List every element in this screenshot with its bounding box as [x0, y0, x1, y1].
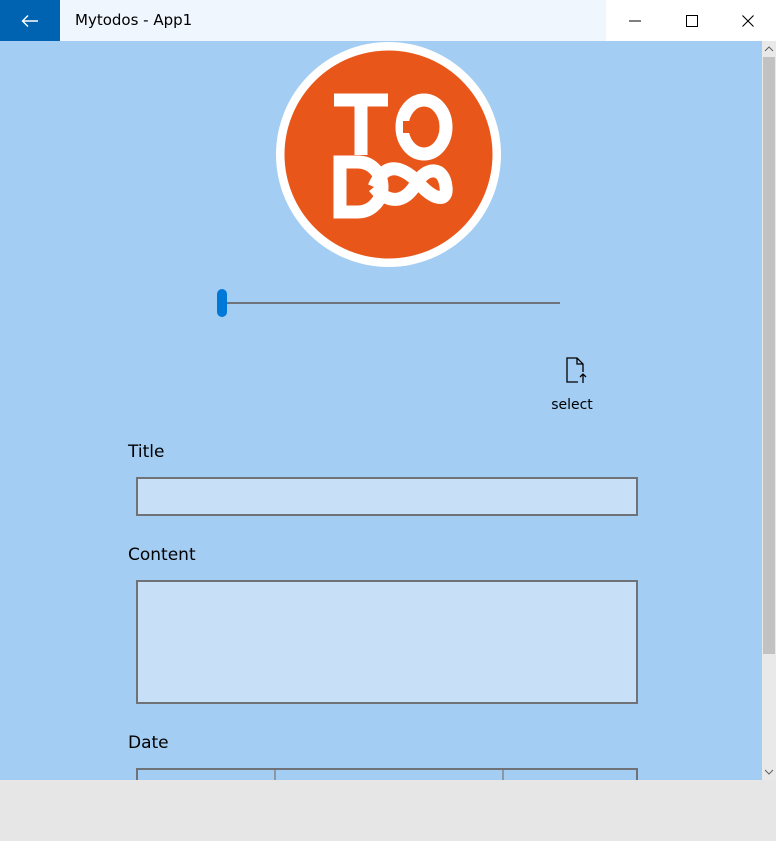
title-bar: Mytodos - App1: [0, 0, 776, 41]
slider-thumb[interactable]: [217, 289, 227, 317]
date-picker-day[interactable]: [276, 770, 502, 780]
window-title: Mytodos - App1: [75, 11, 193, 29]
chevron-down-icon: [764, 769, 774, 775]
date-label: Date: [128, 733, 169, 753]
maximize-icon: [685, 14, 698, 27]
date-picker[interactable]: [136, 768, 638, 780]
minimize-button[interactable]: [606, 0, 663, 41]
maximize-button[interactable]: [663, 0, 720, 41]
scroll-up-button[interactable]: [762, 41, 776, 57]
back-arrow-icon: [21, 14, 38, 27]
date-picker-month[interactable]: [138, 770, 274, 780]
todo-logo: [276, 42, 501, 267]
minimize-icon: [628, 20, 641, 21]
vertical-scrollbar[interactable]: [762, 41, 776, 780]
scroll-down-button[interactable]: [762, 764, 776, 780]
select-image-button[interactable]: select: [541, 349, 603, 417]
bottom-app-bar: [0, 780, 776, 841]
title-label: Title: [128, 442, 165, 462]
close-button[interactable]: [719, 0, 776, 41]
page-content: select Title Content Date: [0, 41, 762, 780]
todo-logo-graphic: [284, 50, 493, 259]
close-icon: [741, 14, 754, 27]
content-input[interactable]: [136, 580, 638, 704]
slider-track: [220, 302, 560, 304]
select-button-label: select: [551, 397, 593, 413]
title-input[interactable]: [136, 477, 638, 516]
date-picker-year[interactable]: [504, 770, 636, 780]
content-label: Content: [128, 545, 196, 565]
scroll-thumb[interactable]: [763, 57, 775, 654]
image-size-slider[interactable]: [216, 289, 562, 319]
chevron-up-icon: [764, 46, 774, 52]
back-button[interactable]: [0, 0, 60, 41]
file-upload-icon: [566, 357, 588, 384]
